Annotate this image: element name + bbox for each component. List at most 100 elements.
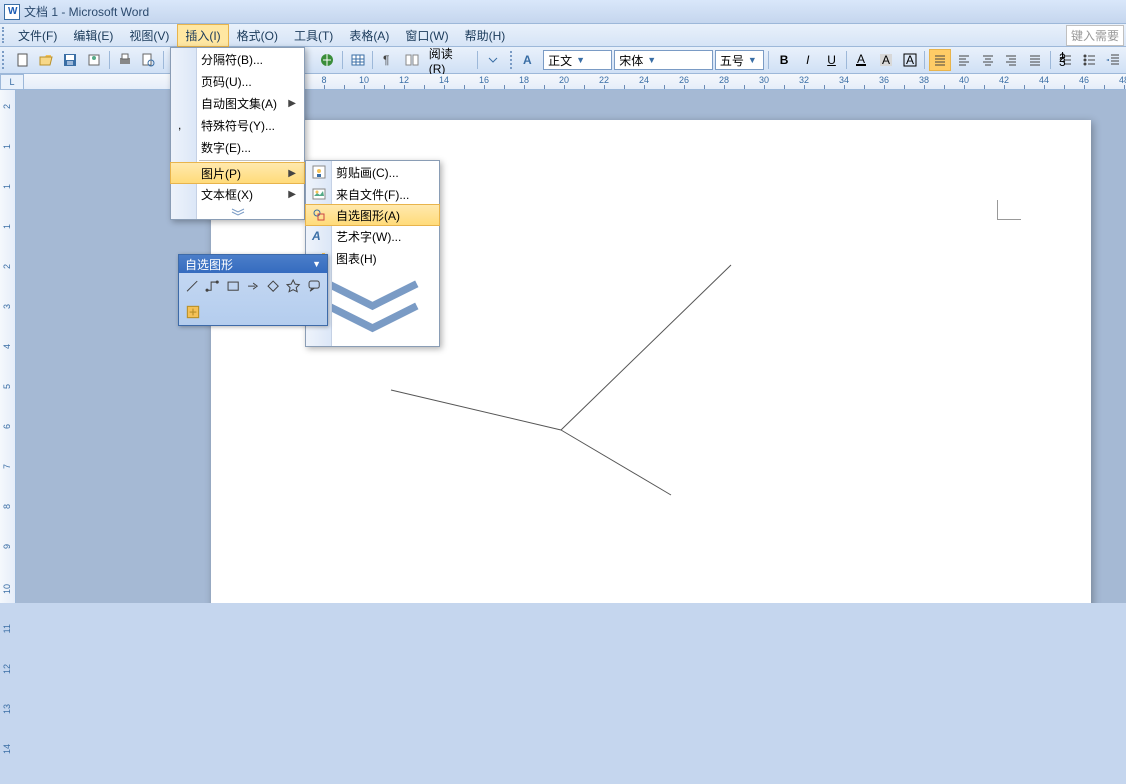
ruler-vertical[interactable]: 2111234567891011121314 <box>0 90 16 603</box>
svg-text:¶: ¶ <box>383 53 389 67</box>
help-search-box[interactable]: 键入需要 <box>1066 25 1124 46</box>
style-combo[interactable]: 正文▼ <box>543 50 612 70</box>
style-value: 正文 <box>548 52 572 69</box>
insert-menu-dropdown: 分隔符(B)... 页码(U)... 自动图文集(A)▶ , 特殊符号(Y)..… <box>170 47 305 220</box>
submenu-arrow-icon: ▶ <box>288 98 296 109</box>
svg-text:3: 3 <box>1059 55 1066 68</box>
char-shading-button[interactable]: A <box>875 49 897 71</box>
shape-connectors-button[interactable] <box>203 276 221 296</box>
submenu-arrow-icon: ▶ <box>288 168 296 179</box>
toolbar-handle-icon[interactable] <box>510 51 516 69</box>
font-color-a-button[interactable]: A <box>851 49 873 71</box>
shape-callouts-button[interactable] <box>305 276 323 296</box>
menu-autotext[interactable]: 自动图文集(A)▶ <box>171 92 304 114</box>
autoshapes-icon <box>311 207 327 223</box>
print-button[interactable] <box>114 49 136 71</box>
toolbar-separator <box>109 51 110 69</box>
chevron-down-icon <box>229 207 247 217</box>
titlebar: 文档 1 - Microsoft Word <box>0 0 1126 24</box>
align-right-button[interactable] <box>1001 49 1023 71</box>
autoshapes-toolbar[interactable]: 自选图形▼ <box>178 254 328 326</box>
permissions-button[interactable] <box>83 49 105 71</box>
font-combo[interactable]: 宋体▼ <box>614 50 713 70</box>
clipart-icon <box>311 164 327 180</box>
submenu-arrow-icon: ▶ <box>288 189 296 200</box>
new-doc-button[interactable] <box>12 49 34 71</box>
toolbar-separator <box>163 51 164 69</box>
toolbar-separator <box>1050 51 1051 69</box>
svg-text:A: A <box>857 52 865 66</box>
menu-separator <box>199 160 300 161</box>
shape-flowchart-button[interactable] <box>264 276 282 296</box>
open-button[interactable] <box>36 49 58 71</box>
toolbar-separator <box>924 51 925 69</box>
toolbar-separator <box>342 51 343 69</box>
char-border-button[interactable]: A <box>899 49 921 71</box>
menu-picture[interactable]: 图片(P)▶ <box>170 162 305 184</box>
table-button[interactable] <box>347 49 369 71</box>
more-buttons[interactable] <box>482 49 504 71</box>
shape-more-button[interactable] <box>183 302 203 322</box>
size-combo[interactable]: 五号▼ <box>715 50 764 70</box>
align-center-button[interactable] <box>977 49 999 71</box>
italic-button[interactable]: I <box>797 49 819 71</box>
numbering-button[interactable]: 123 <box>1055 49 1077 71</box>
submenu-autoshapes[interactable]: 自选图形(A) <box>305 204 440 226</box>
bold-button[interactable]: B <box>773 49 795 71</box>
shape-arrows-button[interactable] <box>244 276 262 296</box>
toolbar-separator <box>372 51 373 69</box>
svg-text:A: A <box>882 53 890 67</box>
submenu-clipart[interactable]: 剪贴画(C)... <box>306 161 439 183</box>
menu-edit[interactable]: 编辑(E) <box>65 24 121 47</box>
shape-basic-button[interactable] <box>224 276 242 296</box>
size-value: 五号 <box>720 52 744 69</box>
align-left-button[interactable] <box>953 49 975 71</box>
style-icon[interactable]: A <box>519 49 541 71</box>
toolbar-separator <box>477 51 478 69</box>
menu-view[interactable]: 视图(V) <box>121 24 177 47</box>
ruler-corner: L <box>0 74 24 90</box>
menu-insert[interactable]: 插入(I) <box>177 24 228 47</box>
submenu-from-file[interactable]: 来自文件(F)... <box>306 183 439 205</box>
align-distribute-button[interactable] <box>1024 49 1046 71</box>
save-button[interactable] <box>59 49 81 71</box>
menu-handle-icon[interactable] <box>2 27 8 43</box>
autoshapes-title[interactable]: 自选图形▼ <box>179 255 327 273</box>
image-file-icon <box>311 186 327 202</box>
underline-button[interactable]: U <box>821 49 843 71</box>
menubar: 文件(F) 编辑(E) 视图(V) 插入(I) 格式(O) 工具(T) 表格(A… <box>0 24 1126 47</box>
symbol-icon: , <box>176 117 192 133</box>
svg-text:,: , <box>178 118 181 132</box>
toolbar-separator <box>846 51 847 69</box>
shape-lines-button[interactable] <box>183 276 201 296</box>
menu-page-number[interactable]: 页码(U)... <box>171 70 304 92</box>
reading-label[interactable]: 阅读(R) <box>425 45 473 76</box>
menu-number[interactable]: 数字(E)... <box>171 136 304 158</box>
menu-tools[interactable]: 工具(T) <box>286 24 341 47</box>
standard-toolbar: ✓ ¶ 阅读(R) A 正文▼ 宋体▼ 五号▼ B I U A A A 123 <box>0 47 1126 74</box>
reading-layout-button[interactable] <box>401 49 423 71</box>
hyperlink-button[interactable] <box>316 49 338 71</box>
bullets-button[interactable] <box>1079 49 1101 71</box>
menu-help[interactable]: 帮助(H) <box>457 24 514 47</box>
show-marks-button[interactable]: ¶ <box>377 49 399 71</box>
align-justify-button[interactable] <box>929 49 951 71</box>
menu-symbol[interactable]: , 特殊符号(Y)... <box>171 114 304 136</box>
menu-window[interactable]: 窗口(W) <box>397 24 456 47</box>
toolbar-handle-icon[interactable] <box>2 51 8 69</box>
svg-text:A: A <box>311 229 321 243</box>
decrease-indent-button[interactable] <box>1102 49 1124 71</box>
menu-file[interactable]: 文件(F) <box>10 24 65 47</box>
print-preview-button[interactable] <box>137 49 159 71</box>
svg-text:A: A <box>523 53 532 67</box>
toolbar-separator <box>768 51 769 69</box>
menu-format[interactable]: 格式(O) <box>229 24 286 47</box>
wordart-icon: A <box>311 228 327 244</box>
submenu-wordart[interactable]: A 艺术字(W)... <box>306 225 439 247</box>
menu-table[interactable]: 表格(A) <box>341 24 397 47</box>
menu-break[interactable]: 分隔符(B)... <box>171 48 304 70</box>
shape-stars-button[interactable] <box>284 276 302 296</box>
menu-textbox[interactable]: 文本框(X)▶ <box>171 183 304 205</box>
font-value: 宋体 <box>619 52 643 69</box>
dropdown-arrow-icon[interactable]: ▼ <box>312 259 321 269</box>
